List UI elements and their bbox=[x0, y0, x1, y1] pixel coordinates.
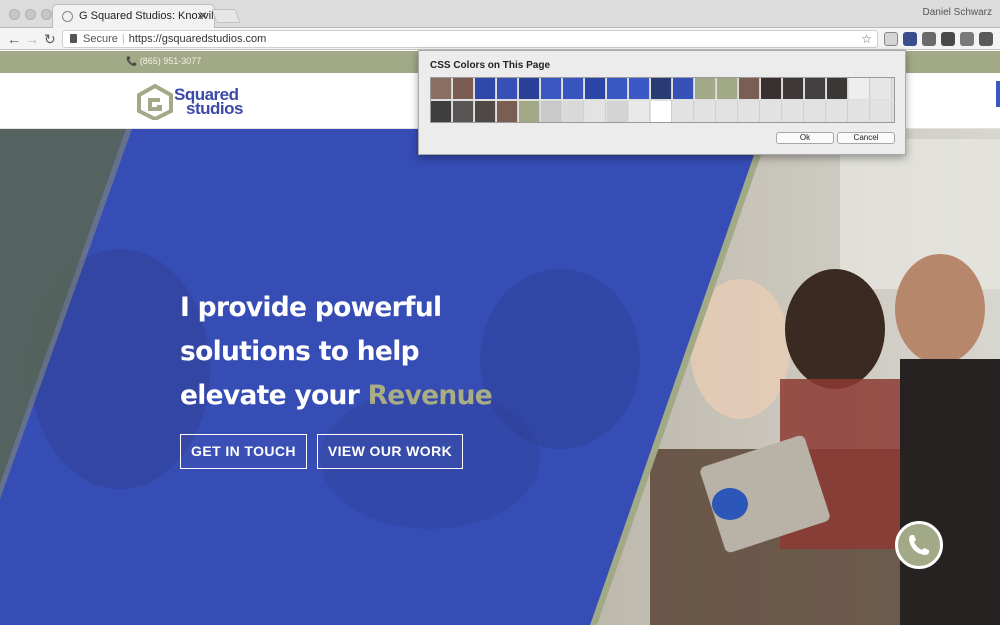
color-swatch[interactable] bbox=[629, 78, 650, 99]
new-tab-button[interactable] bbox=[211, 9, 241, 23]
color-swatch[interactable] bbox=[629, 101, 650, 122]
window-close-button[interactable] bbox=[9, 9, 20, 20]
headline-prefix: elevate your bbox=[180, 380, 368, 411]
secure-label: Secure bbox=[83, 33, 118, 45]
color-swatch[interactable] bbox=[453, 78, 474, 99]
color-swatch-grid bbox=[430, 77, 895, 123]
color-swatch[interactable] bbox=[739, 78, 760, 99]
color-swatch[interactable] bbox=[717, 101, 738, 122]
color-swatch[interactable] bbox=[519, 78, 540, 99]
eyedropper-extension-icon[interactable] bbox=[884, 32, 898, 46]
headline-line-3: elevate your Revenue bbox=[180, 374, 493, 418]
forward-arrow-icon[interactable]: → bbox=[25, 30, 39, 48]
profile-name[interactable]: Daniel Schwarz bbox=[923, 7, 992, 18]
color-swatch[interactable] bbox=[563, 78, 584, 99]
color-swatch[interactable] bbox=[761, 101, 782, 122]
color-swatch[interactable] bbox=[541, 101, 562, 122]
url-text[interactable]: https://gsquaredstudios.com bbox=[129, 33, 267, 45]
color-swatch[interactable] bbox=[805, 78, 826, 99]
color-swatch[interactable] bbox=[431, 101, 452, 122]
popup-title: CSS Colors on This Page bbox=[430, 60, 551, 71]
color-swatch[interactable] bbox=[431, 78, 452, 99]
phone-number[interactable]: 📞 (865) 951-3077 bbox=[126, 56, 201, 67]
logo-line-2: studios bbox=[186, 99, 243, 118]
menu-icon[interactable] bbox=[979, 32, 993, 46]
refresh-extension-icon[interactable] bbox=[960, 32, 974, 46]
back-arrow-icon[interactable]: ← bbox=[7, 30, 21, 48]
bookmark-star-icon[interactable]: ☆ bbox=[861, 32, 872, 46]
tab-title: G Squared Studios: Knoxville W bbox=[79, 10, 214, 22]
color-swatch[interactable] bbox=[607, 101, 628, 122]
color-swatch[interactable] bbox=[827, 101, 848, 122]
color-swatch[interactable] bbox=[497, 101, 518, 122]
css-colors-popup: CSS Colors on This Page Ok Cancel bbox=[418, 50, 906, 155]
color-swatch[interactable] bbox=[695, 101, 716, 122]
g-squared-logo-icon[interactable] bbox=[136, 84, 174, 120]
reload-icon[interactable]: ↻ bbox=[44, 30, 56, 48]
color-swatch[interactable] bbox=[585, 101, 606, 122]
ok-button[interactable]: Ok bbox=[776, 132, 834, 144]
color-swatch[interactable] bbox=[739, 101, 760, 122]
browser-toolbar: ← → ↻ Secure | https://gsquaredstudios.com… bbox=[0, 28, 1000, 50]
color-swatch[interactable] bbox=[783, 78, 804, 99]
phone-icon bbox=[909, 535, 929, 555]
color-swatch[interactable] bbox=[673, 101, 694, 122]
window-minimize-button[interactable] bbox=[25, 9, 36, 20]
color-swatch[interactable] bbox=[761, 78, 782, 99]
site-favicon-icon bbox=[62, 11, 73, 22]
color-swatch[interactable] bbox=[827, 78, 848, 99]
get-in-touch-button[interactable]: GET IN TOUCH bbox=[180, 434, 307, 469]
color-swatch[interactable] bbox=[805, 101, 826, 122]
color-swatch[interactable] bbox=[453, 101, 474, 122]
headline-line-1: I provide powerful bbox=[180, 292, 442, 323]
color-swatch[interactable] bbox=[871, 78, 892, 99]
browser-tab-bar: G Squared Studios: Knoxville W ✕ Daniel … bbox=[0, 0, 1000, 28]
color-swatch[interactable] bbox=[717, 78, 738, 99]
hero-section: I provide powerful solutions to help ele… bbox=[0, 129, 1000, 625]
headline-accent: Revenue bbox=[367, 380, 493, 411]
cancel-button[interactable]: Cancel bbox=[837, 132, 895, 144]
color-swatch[interactable] bbox=[651, 78, 672, 99]
view-our-work-button[interactable]: VIEW OUR WORK bbox=[317, 434, 463, 469]
color-swatch[interactable] bbox=[585, 78, 606, 99]
color-swatch[interactable] bbox=[519, 101, 540, 122]
color-swatch[interactable] bbox=[651, 101, 672, 122]
color-swatch[interactable] bbox=[871, 101, 892, 122]
tab-close-icon[interactable]: ✕ bbox=[198, 9, 208, 23]
site-logo-text[interactable]: Squared studios bbox=[174, 86, 243, 118]
color-swatch[interactable] bbox=[475, 78, 496, 99]
hero-headline: I provide powerful solutions to help ele… bbox=[180, 286, 493, 418]
color-swatch[interactable] bbox=[783, 101, 804, 122]
header-menu-button[interactable] bbox=[996, 81, 1000, 107]
camera-extension-icon[interactable] bbox=[941, 32, 955, 46]
phone-call-button[interactable] bbox=[895, 521, 943, 569]
hero-background-photo bbox=[0, 129, 1000, 625]
circle-extension-icon[interactable] bbox=[922, 32, 936, 46]
color-swatch[interactable] bbox=[541, 78, 562, 99]
color-swatch[interactable] bbox=[475, 101, 496, 122]
window-zoom-button[interactable] bbox=[41, 9, 52, 20]
browser-tab[interactable]: G Squared Studios: Knoxville W ✕ bbox=[52, 4, 215, 28]
address-bar[interactable]: Secure | https://gsquaredstudios.com ☆ bbox=[62, 30, 878, 48]
color-swatch[interactable] bbox=[497, 78, 518, 99]
color-swatch[interactable] bbox=[849, 78, 870, 99]
lock-icon bbox=[70, 34, 77, 43]
color-swatch[interactable] bbox=[607, 78, 628, 99]
color-swatch[interactable] bbox=[695, 78, 716, 99]
color-swatch[interactable] bbox=[849, 101, 870, 122]
headline-line-2: solutions to help bbox=[180, 336, 420, 367]
color-swatch[interactable] bbox=[673, 78, 694, 99]
reader-extension-icon[interactable] bbox=[903, 32, 917, 46]
color-swatch[interactable] bbox=[563, 101, 584, 122]
